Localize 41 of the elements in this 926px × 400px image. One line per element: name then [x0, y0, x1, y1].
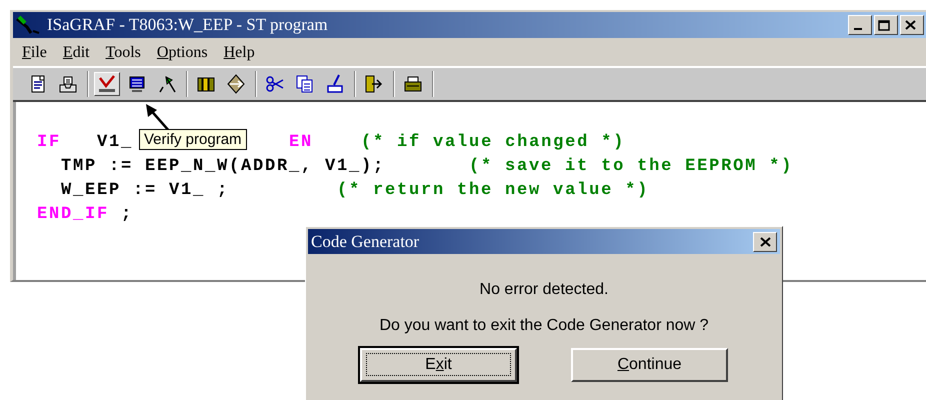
- dialog-button[interactable]: Continue: [571, 348, 728, 382]
- menu-item[interactable]: Help: [224, 44, 255, 62]
- tray-icon: [58, 74, 78, 94]
- copy-icon: [295, 74, 315, 94]
- close-button[interactable]: [753, 232, 777, 252]
- code-text: ;: [121, 204, 134, 224]
- scissors-icon: [265, 74, 285, 94]
- menu-item[interactable]: Edit: [62, 44, 90, 62]
- close-button[interactable]: [900, 15, 924, 35]
- maximize-button[interactable]: [874, 15, 898, 35]
- toolbar-button[interactable]: [94, 72, 120, 96]
- brush-icon: [325, 74, 345, 94]
- minimize-icon: [854, 28, 862, 30]
- dialog-title: Code Generator: [311, 232, 420, 252]
- window-title: ISaGRAF - T8063:W_EEP - ST program: [47, 15, 329, 35]
- dialog-message: No error detected.: [480, 281, 608, 299]
- check-mark-icon: [97, 74, 117, 94]
- code-keyword: EN: [289, 132, 314, 152]
- code-comment: (* return the new value *): [337, 180, 650, 200]
- flag-icon: [157, 74, 177, 94]
- close-icon: [760, 236, 770, 246]
- arrows-icon: [226, 74, 246, 94]
- tooltip: Verify program: [139, 129, 247, 150]
- close-icon: [904, 20, 916, 30]
- code-text: TMP := EEP_N_W(ADDR_, V1_);: [61, 156, 386, 176]
- default-button[interactable]: Exit: [360, 348, 517, 382]
- code-keyword: END_IF: [37, 204, 110, 224]
- monitor-icon: [127, 74, 147, 94]
- dialog-question: Do you want to exit the Code Generator now ?: [379, 317, 709, 335]
- exit-icon: [364, 74, 384, 94]
- code-comment: (* if value changed *): [361, 132, 626, 152]
- maximize-icon: [878, 20, 890, 30]
- code-comment: (* save it to the EEPROM *): [469, 156, 794, 176]
- menu-item[interactable]: Tools: [106, 44, 141, 62]
- menu-item[interactable]: File: [22, 44, 47, 62]
- minimize-button[interactable]: [848, 15, 872, 35]
- printer-icon: [403, 74, 423, 94]
- code-keyword: IF: [37, 132, 62, 152]
- code-text: W_EEP := V1_ ;: [61, 180, 230, 200]
- code-text: V1_: [97, 132, 134, 152]
- menu-item[interactable]: Options: [156, 44, 208, 62]
